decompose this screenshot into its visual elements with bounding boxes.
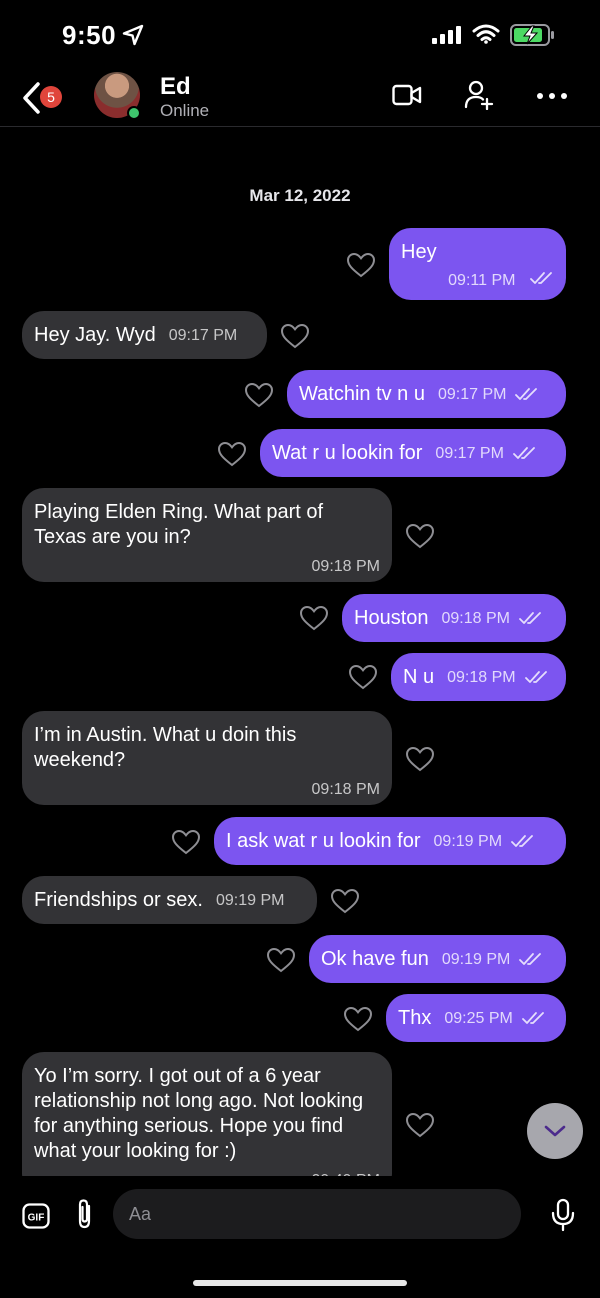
message-text: Watchin tv n u	[299, 382, 425, 405]
read-ticks-icon	[524, 671, 547, 683]
message-bubble-sent[interactable]: Hey 09:11 PM	[389, 228, 566, 300]
message-bubble-received[interactable]: Playing Elden Ring. What part of Texas a…	[22, 488, 392, 582]
message-bubble-sent[interactable]: N u 09:18 PM	[391, 653, 566, 701]
message-time: 09:19 PM	[433, 832, 503, 850]
read-ticks-icon	[521, 1012, 544, 1024]
message-text: I’m in Austin. What u doin this weekend?	[34, 724, 297, 771]
message-time: 09:19 PM	[441, 950, 511, 968]
message-text: Wat r u lookin for	[272, 441, 423, 464]
video-call-icon[interactable]	[392, 84, 422, 106]
message-bubble-sent[interactable]: Watchin tv n u 09:17 PM	[287, 370, 566, 418]
heart-icon[interactable]	[299, 605, 329, 631]
message-bubble-received[interactable]: Friendships or sex. 09:19 PM	[22, 876, 317, 924]
date-separator: Mar 12, 2022	[249, 186, 351, 205]
heart-icon[interactable]	[348, 664, 378, 690]
heart-icon[interactable]	[330, 888, 360, 914]
message-text: I ask wat r u lookin for	[226, 829, 421, 852]
read-ticks-icon	[511, 835, 533, 847]
message-text: Hey	[401, 241, 437, 263]
read-ticks-icon	[513, 447, 535, 459]
read-ticks-icon	[519, 953, 542, 965]
signal-icon	[432, 26, 461, 44]
message-input[interactable]: Aa	[113, 1189, 521, 1239]
message-time: 09:19 PM	[215, 891, 285, 909]
message-text: Houston	[354, 606, 429, 629]
message-text: Yo I’m sorry. I got out of a 6 year rela…	[34, 1065, 364, 1162]
message-bubble-sent[interactable]: Ok have fun 09:19 PM	[309, 935, 566, 983]
status-bar: 9:50	[0, 0, 600, 70]
online-indicator	[127, 106, 141, 120]
heart-icon[interactable]	[405, 523, 435, 549]
chat-header: 5 Ed Online	[0, 70, 600, 127]
message-bubble-received[interactable]: I’m in Austin. What u doin this weekend?…	[22, 711, 392, 805]
status-time: 9:50	[62, 20, 117, 50]
message-time: 09:25 PM	[444, 1009, 513, 1027]
message-time: 09:17 PM	[168, 326, 238, 344]
heart-icon[interactable]	[346, 252, 376, 278]
message-text: Playing Elden Ring. What part of Texas a…	[34, 501, 324, 548]
read-ticks-icon	[519, 612, 541, 624]
heart-icon[interactable]	[217, 441, 247, 467]
message-bubble-received[interactable]: Yo I’m sorry. I got out of a 6 year rela…	[22, 1052, 392, 1196]
message-time: 09:18 PM	[311, 558, 380, 575]
heart-icon[interactable]	[244, 382, 274, 408]
read-ticks-icon	[515, 388, 538, 400]
message-time: 09:11 PM	[448, 272, 516, 289]
message-text: Hey Jay. Wyd	[34, 323, 156, 346]
gif-label: GIF	[28, 1213, 45, 1224]
microphone-icon[interactable]	[550, 1198, 576, 1232]
add-user-icon[interactable]	[464, 80, 494, 110]
message-bubble-sent[interactable]: Houston 09:18 PM	[342, 594, 566, 642]
heart-icon[interactable]	[171, 829, 201, 855]
message-time: 09:18 PM	[311, 781, 380, 798]
message-bubble-sent[interactable]: Wat r u lookin for 09:17 PM	[260, 429, 566, 477]
battery-charging-icon	[510, 24, 554, 46]
contact-name[interactable]: Ed	[160, 73, 191, 101]
message-bubble-sent[interactable]: Thx 09:25 PM	[386, 994, 566, 1042]
message-bubble-received[interactable]: Hey Jay. Wyd 09:17 PM	[22, 311, 267, 359]
composer-bar: GIF Aa	[0, 1176, 600, 1298]
heart-icon[interactable]	[343, 1006, 373, 1032]
unread-badge: 5	[40, 86, 62, 108]
contact-status: Online	[160, 101, 210, 120]
heart-icon[interactable]	[405, 746, 435, 772]
home-indicator	[193, 1280, 407, 1286]
read-ticks-icon	[530, 272, 552, 284]
chevron-down-icon	[544, 1125, 566, 1137]
location-arrow-icon	[122, 24, 144, 46]
wifi-icon	[472, 24, 500, 44]
message-time: 09:18 PM	[447, 668, 516, 686]
heart-icon[interactable]	[405, 1112, 435, 1138]
message-text: Friendships or sex.	[34, 888, 203, 911]
scroll-to-bottom-button[interactable]	[527, 1103, 583, 1159]
message-text: N u	[403, 665, 435, 688]
more-icon[interactable]	[536, 92, 568, 100]
back-chevron-icon	[23, 82, 40, 114]
message-text: Ok have fun	[321, 947, 429, 970]
paperclip-icon[interactable]	[74, 1198, 96, 1230]
heart-icon[interactable]	[280, 323, 310, 349]
gif-icon[interactable]: GIF	[22, 1203, 50, 1229]
message-bubble-sent[interactable]: I ask wat r u lookin for 09:19 PM	[214, 817, 566, 865]
heart-icon[interactable]	[266, 947, 296, 973]
message-time: 09:18 PM	[441, 609, 510, 627]
message-time: 09:17 PM	[435, 444, 504, 462]
message-text: Thx	[398, 1006, 432, 1029]
message-time: 09:17 PM	[437, 385, 507, 403]
